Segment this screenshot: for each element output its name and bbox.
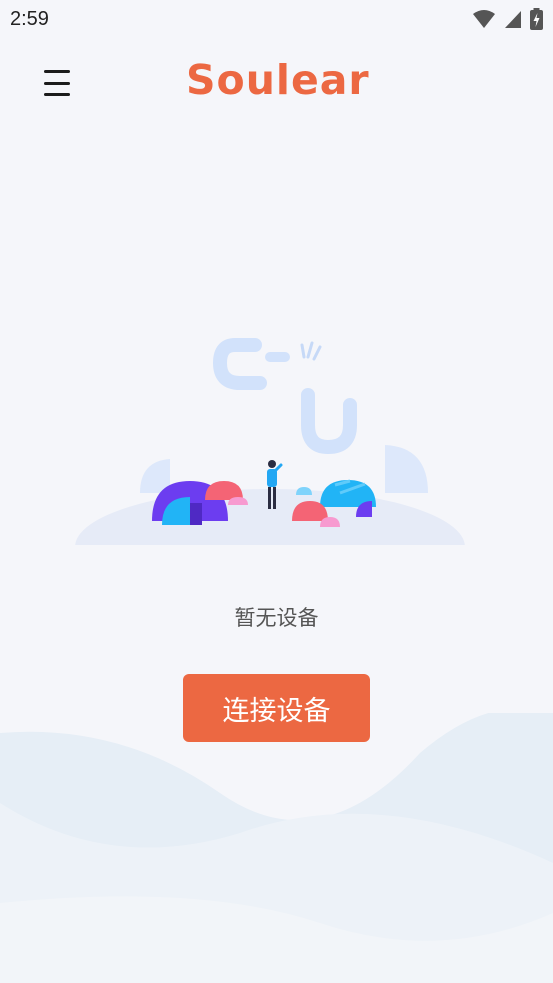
status-bar: 2:59 <box>0 0 553 38</box>
broken-link-illustration <box>70 338 470 575</box>
background-wave <box>0 713 553 983</box>
app-logo: Soulear <box>186 56 370 104</box>
menu-line <box>44 81 70 85</box>
status-time: 2:59 <box>10 8 49 30</box>
wifi-icon <box>473 10 495 28</box>
battery-charging-icon <box>530 8 543 30</box>
menu-line <box>44 93 70 96</box>
signal-icon <box>505 11 521 28</box>
menu-line <box>44 70 70 73</box>
status-icons <box>472 8 543 30</box>
empty-state-message: 暂无设备 <box>234 606 319 630</box>
hamburger-menu-icon[interactable] <box>44 70 74 96</box>
